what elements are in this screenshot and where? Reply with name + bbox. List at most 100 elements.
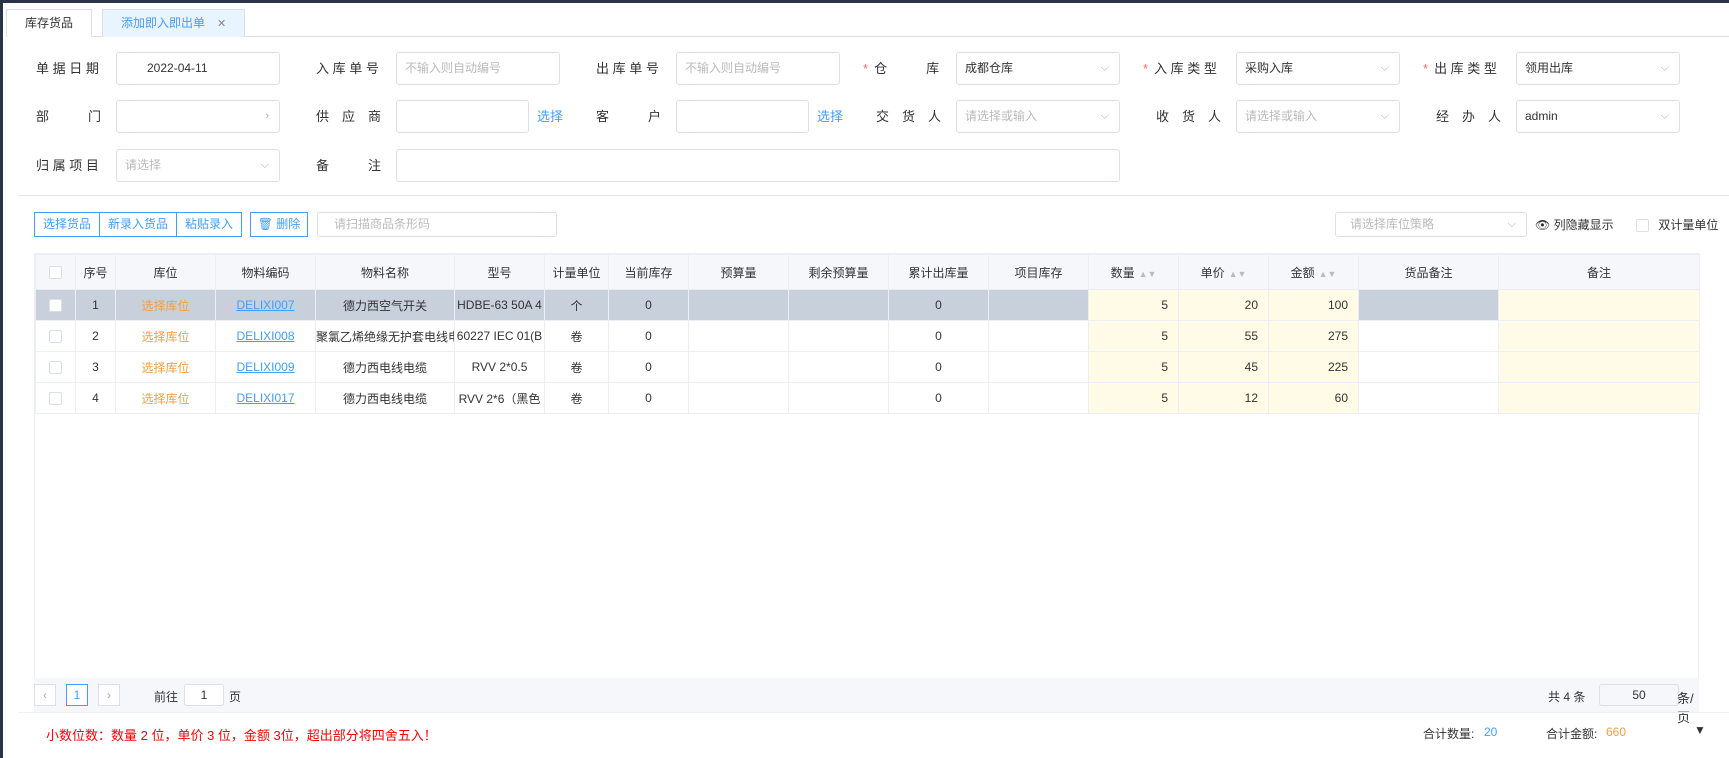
amount-cell[interactable]: 100 <box>1268 289 1359 321</box>
price-cell[interactable]: 55 <box>1178 320 1269 352</box>
material-code-link[interactable]: DELIXI008 <box>215 320 316 352</box>
next-page-icon[interactable]: › <box>98 684 120 706</box>
price-cell[interactable]: 45 <box>1178 351 1269 383</box>
table-row[interactable]: 4 选择库位 DELIXI017 德力西电线电缆 RVV 2*6（黑色 卷 0 0 5 12 60 <box>35 382 1700 414</box>
sort-icon[interactable]: ▲▼ <box>1139 269 1157 279</box>
tab-inventory[interactable]: 库存货品 <box>6 9 93 37</box>
remark-input[interactable] <box>396 149 1120 182</box>
qty-cell-text[interactable]: 5 <box>1161 360 1168 374</box>
price-cell-text[interactable]: 45 <box>1245 360 1258 374</box>
sort-icon[interactable]: ▲▼ <box>1229 269 1247 279</box>
out-no-input[interactable]: 不输入则自动编号 <box>676 52 840 85</box>
location-link-text[interactable]: 选择库位 <box>141 361 189 375</box>
location-link[interactable]: 选择库位 <box>115 320 216 352</box>
dual-unit-checkbox[interactable]: 双计量单位 <box>1636 216 1718 233</box>
amount-cell-text[interactable]: 225 <box>1328 360 1348 374</box>
close-icon[interactable]: ✕ <box>217 18 226 30</box>
price-cell-text[interactable]: 12 <box>1245 391 1258 405</box>
amount-cell[interactable]: 225 <box>1268 351 1359 383</box>
price-cell[interactable]: 20 <box>1178 289 1269 321</box>
date-input[interactable]: 2022-04-11 <box>116 52 280 85</box>
customer-input[interactable] <box>676 100 809 133</box>
project-select[interactable]: 请选择 ⌵ <box>116 149 280 182</box>
sort-icon[interactable]: ▲▼ <box>1319 269 1337 279</box>
tab-add-order[interactable]: 添加即入即出单 ✕ <box>102 9 246 37</box>
checkbox[interactable] <box>1636 219 1649 233</box>
price-cell-text[interactable]: 55 <box>1245 329 1258 343</box>
qty-cell[interactable]: 5 <box>1088 289 1179 321</box>
out-type-select[interactable]: 领用出库 ⌵ <box>1516 52 1680 85</box>
material-code-link-text[interactable]: DELIXI007 <box>236 298 294 312</box>
price-cell-text[interactable]: 20 <box>1245 298 1258 312</box>
paste-button[interactable]: 粘贴录入 <box>176 212 242 237</box>
row-checkbox[interactable] <box>35 320 76 352</box>
checkbox[interactable] <box>49 361 62 375</box>
qty-cell-text[interactable]: 5 <box>1161 329 1168 343</box>
amount-cell-text[interactable]: 100 <box>1328 298 1348 312</box>
table-row[interactable]: 2 选择库位 DELIXI008 聚氯乙烯绝缘无护套电线电 60227 IEC 01(B… <box>35 320 1700 352</box>
warehouse-select[interactable]: 成都仓库 ⌵ <box>956 52 1120 85</box>
checkbox[interactable] <box>49 392 62 406</box>
goods-remark-cell[interactable] <box>1358 320 1499 352</box>
remark-cell[interactable] <box>1498 289 1700 321</box>
price-cell[interactable]: 12 <box>1178 382 1269 414</box>
amount-cell[interactable]: 275 <box>1268 320 1359 352</box>
header-qty[interactable]: 数量 ▲▼ <box>1088 254 1179 290</box>
handler-select[interactable]: admin ⌵ <box>1516 100 1680 133</box>
location-link[interactable]: 选择库位 <box>115 382 216 414</box>
material-code-link-text[interactable]: DELIXI008 <box>236 329 294 343</box>
supplier-input[interactable] <box>396 100 529 133</box>
prev-page-icon[interactable]: ‹ <box>34 684 56 706</box>
material-code-link[interactable]: DELIXI009 <box>215 351 316 383</box>
page-size-input[interactable]: 50 <box>1599 684 1679 706</box>
supplier-select-link[interactable]: 选择 <box>537 106 563 125</box>
expand-down-icon[interactable]: ▼ <box>1694 723 1706 737</box>
in-no-input[interactable]: 不输入则自动编号 <box>396 52 560 85</box>
amount-cell-text[interactable]: 275 <box>1328 329 1348 343</box>
location-link-text[interactable]: 选择库位 <box>141 299 189 313</box>
page-number[interactable]: 1 <box>66 684 88 706</box>
location-link[interactable]: 选择库位 <box>115 351 216 383</box>
material-code-link-text[interactable]: DELIXI017 <box>236 391 294 405</box>
row-checkbox[interactable] <box>35 382 76 414</box>
material-code-link-text[interactable]: DELIXI009 <box>236 360 294 374</box>
in-type-select[interactable]: 采购入库 ⌵ <box>1236 52 1400 85</box>
checkbox[interactable] <box>49 299 62 313</box>
location-strategy-select[interactable]: 请选择库位策略 ⌵ <box>1335 212 1527 237</box>
qty-cell[interactable]: 5 <box>1088 382 1179 414</box>
location-link-text[interactable]: 选择库位 <box>141 392 189 406</box>
location-link[interactable]: 选择库位 <box>115 289 216 321</box>
amount-cell[interactable]: 60 <box>1268 382 1359 414</box>
checkbox[interactable] <box>49 330 62 344</box>
remark-cell[interactable] <box>1498 320 1700 352</box>
qty-cell[interactable]: 5 <box>1088 351 1179 383</box>
dept-select[interactable]: › <box>116 100 280 133</box>
new-goods-button[interactable]: 新录入货品 <box>99 212 177 237</box>
table-row[interactable]: 3 选择库位 DELIXI009 德力西电线电缆 RVV 2*0.5 卷 0 0 5 45 225 <box>35 351 1700 383</box>
header-select-all[interactable] <box>35 254 76 290</box>
material-code-link[interactable]: DELIXI007 <box>215 289 316 321</box>
qty-cell-text[interactable]: 5 <box>1161 298 1168 312</box>
delete-button[interactable]: 🗑 删除 <box>250 212 308 237</box>
remark-cell[interactable] <box>1498 382 1700 414</box>
location-link-text[interactable]: 选择库位 <box>141 330 189 344</box>
column-toggle[interactable]: 👁 列隐藏显示 <box>1535 216 1614 233</box>
checkbox[interactable] <box>49 266 62 280</box>
deliverer-select[interactable]: 请选择或输入 ⌵ <box>956 100 1120 133</box>
goods-remark-cell[interactable] <box>1358 289 1499 321</box>
goods-remark-cell[interactable] <box>1358 382 1499 414</box>
qty-cell-text[interactable]: 5 <box>1161 391 1168 405</box>
receiver-select[interactable]: 请选择或输入 ⌵ <box>1236 100 1400 133</box>
row-checkbox[interactable] <box>35 351 76 383</box>
goods-remark-cell[interactable] <box>1358 351 1499 383</box>
customer-select-link[interactable]: 选择 <box>817 106 843 125</box>
material-code-link[interactable]: DELIXI017 <box>215 382 316 414</box>
header-price[interactable]: 单价 ▲▼ <box>1178 254 1269 290</box>
goto-input[interactable]: 1 <box>184 684 224 706</box>
barcode-input[interactable]: 请扫描商品条形码 <box>317 212 557 237</box>
amount-cell-text[interactable]: 60 <box>1335 391 1348 405</box>
remark-cell[interactable] <box>1498 351 1700 383</box>
table-row[interactable]: 1 选择库位 DELIXI007 德力西空气开关 HDBE-63 50A 4 个 0 0 5 20… <box>35 289 1700 321</box>
qty-cell[interactable]: 5 <box>1088 320 1179 352</box>
row-checkbox[interactable] <box>35 289 76 321</box>
